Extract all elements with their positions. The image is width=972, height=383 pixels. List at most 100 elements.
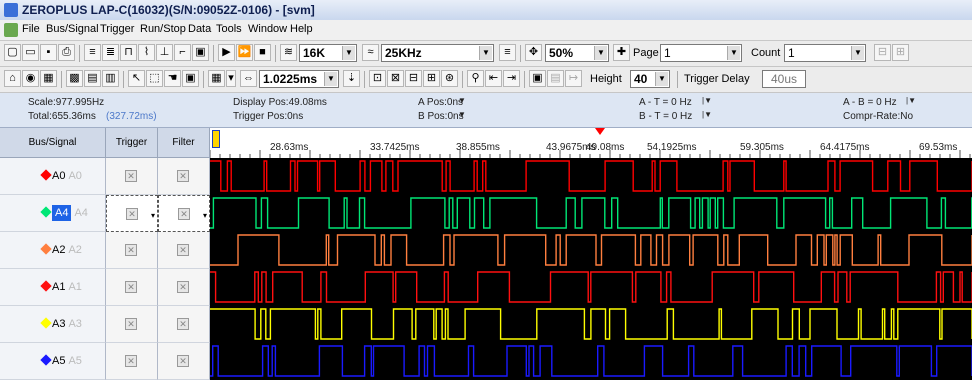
trigger-cell[interactable]: ✕ bbox=[106, 306, 158, 343]
signal-row[interactable]: A3 A3 ✕ ✕ bbox=[0, 306, 972, 343]
hand-icon[interactable]: ☚ bbox=[164, 70, 181, 87]
menu-bus-signal[interactable]: Bus/Signal bbox=[46, 23, 99, 35]
filter-cell[interactable]: ✕ bbox=[158, 158, 210, 195]
search-edge-icon[interactable]: ⊛ bbox=[441, 70, 458, 87]
search-trigger-icon[interactable]: ⊞ bbox=[423, 70, 440, 87]
filter-cell[interactable]: ✕ bbox=[158, 232, 210, 269]
a-cursor-icon[interactable] bbox=[212, 130, 220, 148]
run-icon[interactable]: ▶ bbox=[218, 44, 235, 61]
filter-cell[interactable]: ✕ bbox=[158, 343, 210, 380]
color-icon[interactable]: ▦ bbox=[208, 70, 225, 87]
trigger-dont-care-icon[interactable]: ✕ bbox=[125, 355, 137, 367]
column-header-bus-signal[interactable]: Bus/Signal bbox=[0, 128, 106, 158]
signal-row[interactable]: A5 A5 ✕ ✕ bbox=[0, 343, 972, 380]
signal-name-cell[interactable]: A3 A3 bbox=[0, 306, 106, 343]
signal-row[interactable]: A2 A2 ✕ ✕ bbox=[0, 232, 972, 269]
import-icon[interactable]: ⊞ bbox=[892, 44, 909, 61]
trigger-cell[interactable]: ✕ bbox=[106, 232, 158, 269]
column-header-trigger[interactable]: Trigger bbox=[106, 128, 158, 158]
chevron-down-icon[interactable]: ▾ bbox=[226, 70, 236, 87]
menu-run-stop[interactable]: Run/Stop bbox=[140, 23, 186, 35]
pointer-icon[interactable]: ↖ bbox=[128, 70, 145, 87]
search-bus-icon[interactable]: ⊠ bbox=[387, 70, 404, 87]
save-icon[interactable]: ▪ bbox=[40, 44, 57, 61]
chevron-down-icon[interactable]: ▾ bbox=[151, 211, 155, 220]
menu-window[interactable]: Window bbox=[248, 23, 287, 35]
threshold-icon[interactable]: ≡ bbox=[499, 44, 516, 61]
trigger-icon[interactable]: ⌇ bbox=[138, 44, 155, 61]
record-icon[interactable]: ◉ bbox=[22, 70, 39, 87]
packet-icon[interactable]: ▣ bbox=[529, 70, 546, 87]
trigger-edge-icon[interactable]: ⌐ bbox=[174, 44, 191, 61]
bus-property-icon[interactable]: ≣ bbox=[102, 44, 119, 61]
waveform-lane[interactable] bbox=[210, 269, 972, 306]
waveform-lane[interactable] bbox=[210, 306, 972, 343]
count-select[interactable]: 1 ▼ bbox=[784, 44, 866, 62]
grid-icon[interactable]: ▩ bbox=[66, 70, 83, 87]
filter-dont-care-icon[interactable]: ✕ bbox=[177, 170, 189, 182]
filter-cell[interactable]: ✕ ▾ bbox=[158, 195, 210, 232]
new-file-icon[interactable]: ▢ bbox=[4, 44, 21, 61]
select-icon[interactable]: ⬚ bbox=[146, 70, 163, 87]
height-select[interactable]: 40 ▼ bbox=[630, 70, 670, 88]
trigger-cell[interactable]: ✕ ▾ bbox=[106, 195, 158, 232]
chevron-down-icon[interactable]: ▼ bbox=[458, 96, 466, 105]
waveform-lane[interactable] bbox=[210, 195, 972, 232]
chevron-down-icon[interactable]: ▼ bbox=[458, 110, 466, 119]
a-pos-readout[interactable]: A Pos:0ns bbox=[418, 97, 463, 108]
menu-tools[interactable]: Tools bbox=[216, 23, 242, 35]
chevron-down-icon[interactable]: |▼ bbox=[702, 96, 712, 105]
filter-dont-care-icon[interactable]: ✕ bbox=[177, 355, 189, 367]
find-prev-icon[interactable]: ⇤ bbox=[485, 70, 502, 87]
run-repeat-icon[interactable]: ⏩ bbox=[236, 44, 253, 61]
list-icon[interactable]: ▤ bbox=[547, 70, 564, 87]
filter-dont-care-icon[interactable]: ✕ bbox=[177, 281, 189, 293]
image-icon[interactable]: ▦ bbox=[40, 70, 57, 87]
filter-dont-care-icon[interactable]: ✕ bbox=[177, 318, 189, 330]
chart-icon[interactable]: ▥ bbox=[102, 70, 119, 87]
page-select[interactable]: 1 ▼ bbox=[660, 44, 742, 62]
chevron-down-icon[interactable]: |▼ bbox=[906, 96, 916, 105]
signal-name-cell[interactable]: A4 A4 bbox=[0, 195, 106, 232]
signal-name-cell[interactable]: A1 A1 bbox=[0, 269, 106, 306]
memory-depth-select[interactable]: 16K ▼ bbox=[299, 44, 357, 62]
zoom-select[interactable]: 50% ▼ bbox=[545, 44, 609, 62]
search-signal-icon[interactable]: ⊟ bbox=[405, 70, 422, 87]
column-header-filter[interactable]: Filter bbox=[158, 128, 210, 158]
menu-data[interactable]: Data bbox=[188, 23, 211, 35]
waveform-lane[interactable] bbox=[210, 232, 972, 269]
signal-color-icon[interactable] bbox=[40, 317, 52, 329]
trigger-dont-care-icon[interactable]: ✕ bbox=[125, 244, 137, 256]
signal-row[interactable]: A1 A1 ✕ ✕ bbox=[0, 269, 972, 306]
cursor-icon[interactable]: ⇣ bbox=[343, 70, 360, 87]
chevron-down-icon[interactable]: ▾ bbox=[203, 211, 207, 220]
time-per-div-select[interactable]: 1.0225ms ▼ bbox=[259, 70, 339, 88]
menu-trigger[interactable]: Trigger bbox=[100, 23, 134, 35]
table-icon[interactable]: ▤ bbox=[84, 70, 101, 87]
step-icon[interactable]: ↦ bbox=[565, 70, 582, 87]
trigger-dont-care-icon[interactable]: ✕ bbox=[125, 318, 137, 330]
export-icon[interactable]: ⊟ bbox=[874, 44, 891, 61]
signal-color-icon[interactable] bbox=[40, 354, 52, 366]
trigger-cell[interactable]: ✕ bbox=[106, 343, 158, 380]
trigger-marker-icon[interactable] bbox=[595, 128, 605, 135]
filter-cell[interactable]: ✕ bbox=[158, 306, 210, 343]
waveform-lane[interactable] bbox=[210, 343, 972, 380]
chevron-down-icon[interactable]: |▼ bbox=[702, 110, 712, 119]
signal-row[interactable]: A4 A4 ✕ ▾ ✕ ▾ bbox=[0, 195, 972, 232]
signal-name-cell[interactable]: A2 A2 bbox=[0, 232, 106, 269]
trigger-dont-care-icon[interactable]: ✕ bbox=[125, 170, 137, 182]
signal-color-icon[interactable] bbox=[40, 243, 52, 255]
time-ruler[interactable]: 28.63ms 33.7425ms 38.855ms 43.9675ms 49.… bbox=[210, 128, 972, 159]
signal-color-icon[interactable] bbox=[40, 280, 52, 292]
stop-icon[interactable]: ■ bbox=[254, 44, 271, 61]
signal-name-cell[interactable]: A0 A0 bbox=[0, 158, 106, 195]
trigger-dont-care-icon[interactable]: ✕ bbox=[125, 281, 137, 293]
measure-icon[interactable]: ▣ bbox=[182, 70, 199, 87]
signal-icon[interactable]: ⊓ bbox=[120, 44, 137, 61]
waveform-lane[interactable] bbox=[210, 158, 972, 195]
trigger-cell[interactable]: ✕ bbox=[106, 158, 158, 195]
print-icon[interactable]: ⎙ bbox=[58, 44, 75, 61]
menu-file[interactable]: File bbox=[22, 23, 40, 35]
signal-row[interactable]: A0 A0 ✕ ✕ bbox=[0, 158, 972, 195]
